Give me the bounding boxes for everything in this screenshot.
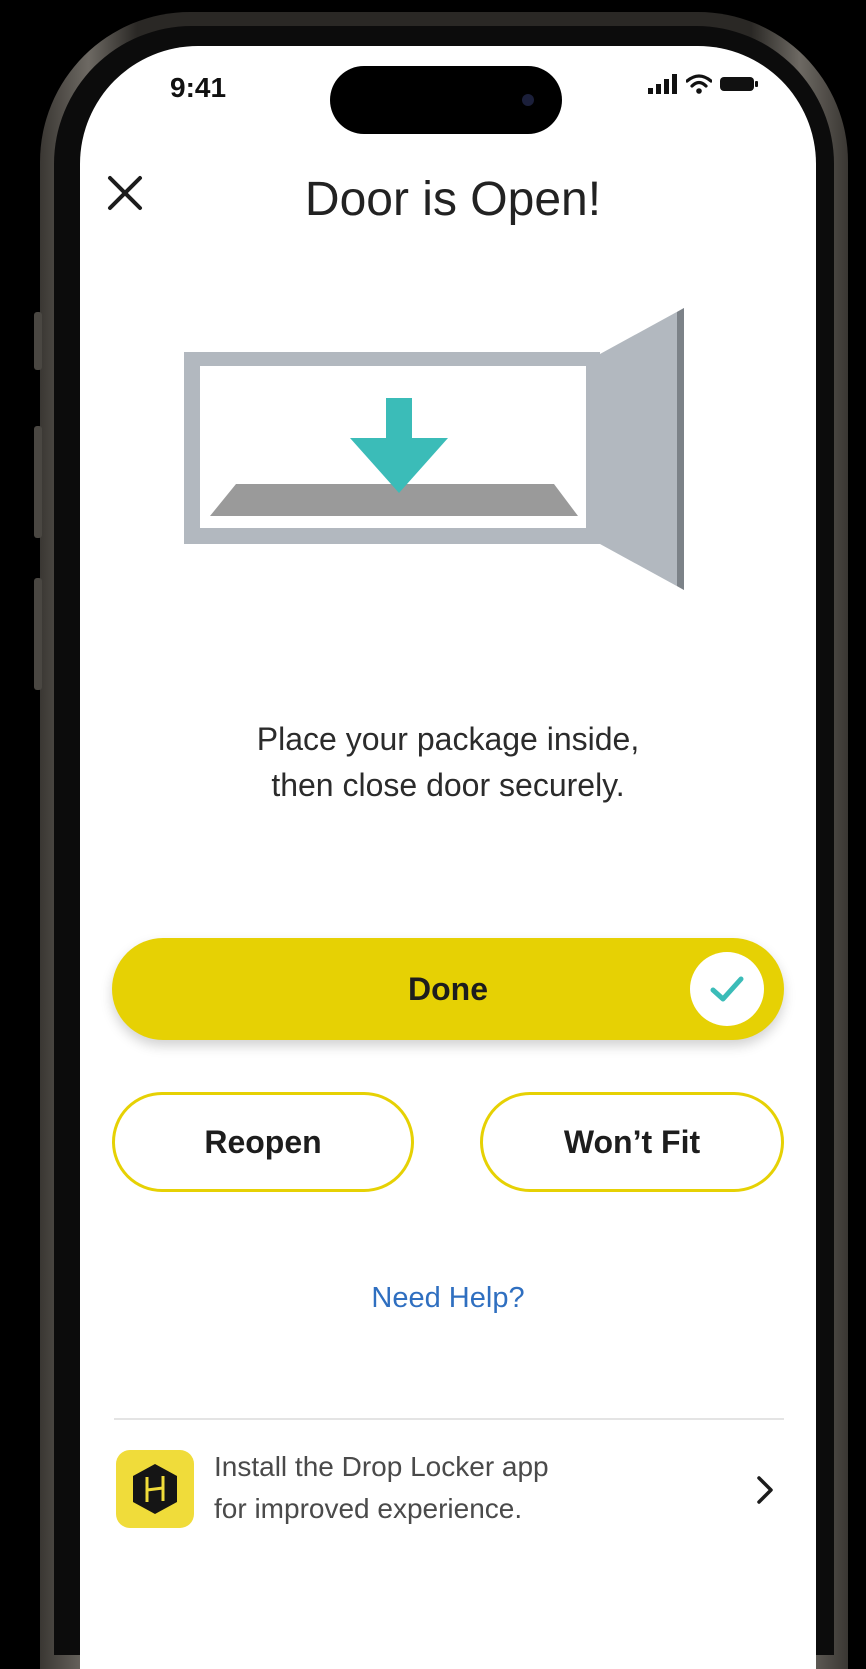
- open-locker-illustration: [184, 308, 684, 590]
- instructions-text: Place your package inside, then close do…: [80, 716, 816, 808]
- app-logo: [116, 1450, 194, 1528]
- battery-icon: [720, 77, 758, 91]
- install-app-banner[interactable]: Install the Drop Locker app for improved…: [114, 1446, 784, 1546]
- side-button: [34, 426, 42, 538]
- status-time: 9:41: [170, 72, 227, 103]
- divider: [114, 1418, 784, 1420]
- drop-locker-logo-icon: [133, 1464, 177, 1514]
- signal-icon: [648, 74, 677, 94]
- page-title: Door is Open!: [304, 173, 602, 226]
- reopen-label: Reopen: [204, 1123, 322, 1160]
- done-button[interactable]: Done: [112, 938, 784, 1040]
- status-icons: [648, 74, 760, 94]
- side-button: [34, 578, 42, 690]
- reopen-button[interactable]: Reopen: [112, 1092, 414, 1192]
- instructions-line: Place your package inside,: [256, 721, 640, 757]
- camera-dot: [522, 94, 534, 106]
- locker-door: [600, 308, 684, 590]
- wont-fit-label: Won’t Fit: [563, 1123, 701, 1160]
- app-screen: 9:41 Door is Open! Place your package in…: [80, 46, 816, 1669]
- wont-fit-button[interactable]: Won’t Fit: [480, 1092, 784, 1192]
- wifi-icon: [686, 74, 712, 94]
- dynamic-island: [330, 66, 562, 134]
- instructions-line: then close door securely.: [271, 767, 625, 803]
- side-button: [34, 312, 42, 370]
- done-label: Done: [408, 970, 488, 1007]
- need-help-link[interactable]: Need Help?: [80, 1282, 816, 1315]
- checkmark-icon: [710, 976, 744, 1002]
- locker-door-edge: [677, 308, 684, 590]
- done-check-badge: [690, 952, 764, 1026]
- locker-floor: [210, 484, 578, 516]
- install-app-text: Install the Drop Locker app for improved…: [214, 1446, 549, 1530]
- chevron-right-icon: [757, 1476, 773, 1504]
- install-app-line: for improved experience.: [214, 1493, 523, 1524]
- install-app-line: Install the Drop Locker app: [214, 1451, 549, 1482]
